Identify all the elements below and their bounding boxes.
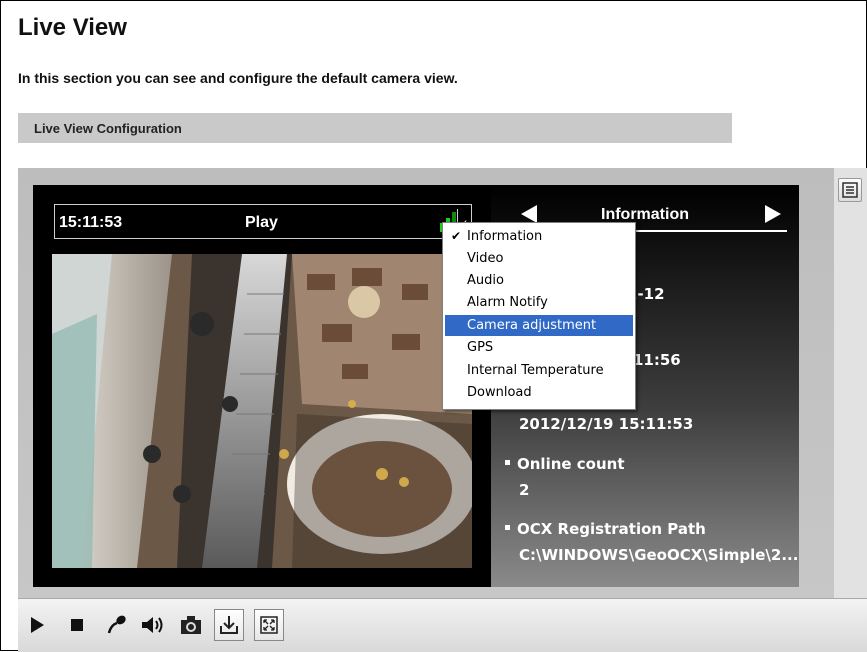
snapshot-icon[interactable] [176,609,206,641]
mall-scene-image [52,254,472,568]
online-count-value: 2 [519,481,530,499]
info-value: 2012/12/19 15:11:53 [519,415,694,433]
menu-item-camera-adjustment[interactable]: Camera adjustment [445,315,633,336]
stop-icon[interactable] [62,609,92,641]
menu-item-information[interactable]: ✔ Information [445,226,633,247]
menu-item-download[interactable]: Download [445,382,633,403]
fullscreen-icon[interactable] [254,609,284,641]
info-dropdown-menu: ✔ Information Video Audio Alarm Notify C… [442,222,636,410]
bullet-icon [505,525,510,530]
check-icon: ✔ [451,229,462,243]
next-page-icon[interactable] [765,205,781,223]
camera-video-frame[interactable] [52,254,472,568]
section-header: Live View Configuration [18,113,732,143]
playback-toolbar [18,598,867,652]
settings-list-icon[interactable] [838,178,862,202]
microphone-icon[interactable] [102,609,132,641]
menu-item-video[interactable]: Video [445,248,633,269]
page-title: Live View [18,14,127,41]
page-description: In this section you can see and configur… [18,70,458,86]
info-label: OCX Registration Path [505,520,706,538]
ocx-path-value: C:\WINDOWS\GeoOCX\Simple\2... [519,546,799,564]
speaker-icon[interactable] [138,609,168,641]
section-header-label: Live View Configuration [34,121,182,136]
status-time: 15:11:53 [59,214,123,231]
video-status-bar: 15:11:53 Play ‹ [54,204,472,239]
side-gutter [834,168,867,598]
play-icon[interactable] [22,609,52,641]
download-icon[interactable] [214,609,244,641]
status-state: Play [245,214,278,231]
menu-item-internal-temperature[interactable]: Internal Temperature [445,360,633,381]
info-label: Online count [505,455,625,473]
bullet-icon [505,460,510,465]
online-count-label: Online count [517,455,625,473]
menu-item-gps[interactable]: GPS [445,337,633,358]
menu-item-audio[interactable]: Audio [445,270,633,291]
menu-item-alarm-notify[interactable]: Alarm Notify [445,292,633,313]
ocx-path-label: OCX Registration Path [517,520,706,538]
